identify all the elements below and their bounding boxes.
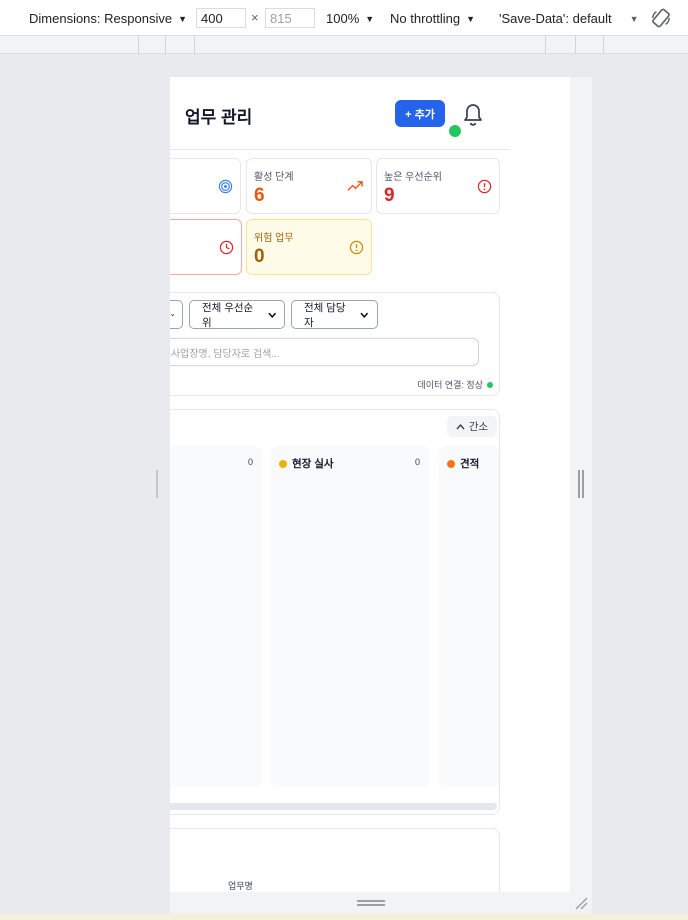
- column-color-dot: [279, 459, 287, 468]
- page-title: 업무 관리: [185, 108, 253, 127]
- column-count: 0: [414, 457, 420, 467]
- column-color-dot: [447, 459, 455, 468]
- corner-resize-icon[interactable]: [574, 896, 588, 910]
- stat-label: 높은 우선순위: [384, 172, 442, 183]
- stat-value: 6: [254, 185, 265, 206]
- stat-card-high-priority: 높은 우선순위 9: [376, 158, 500, 214]
- trending-up-icon: [347, 181, 363, 191]
- add-button[interactable]: + 추가: [395, 100, 445, 127]
- type-select[interactable]: 입: [170, 300, 183, 329]
- caret-down-icon: ▼: [178, 13, 187, 24]
- column-name: 현장 실사: [292, 458, 334, 470]
- target-icon: [218, 179, 233, 194]
- priority-select[interactable]: 전체 우선순위: [189, 300, 285, 329]
- assignee-select[interactable]: 전체 담당자: [291, 300, 378, 329]
- zoom-dropdown[interactable]: 100% ▼: [326, 11, 374, 26]
- stat-card-risk-tasks: 위험 업무 0: [246, 219, 372, 275]
- column-header-task-name: 업무명: [228, 881, 253, 891]
- app-header: 업무 관리 + 추가: [170, 77, 510, 150]
- assignee-select-value: 전체 담당자: [304, 301, 346, 329]
- caret-down-icon: ▼: [629, 13, 639, 24]
- stat-card-overdue-partial: [170, 219, 242, 275]
- save-data-label: 'Save-Data': default: [499, 11, 612, 26]
- stat-label: 위험 업무: [254, 233, 294, 244]
- column-name: 견적: [460, 458, 480, 470]
- search-placeholder: 무명, 사업장명, 담당자로 검색...: [170, 348, 280, 360]
- save-data-dropdown[interactable]: 'Save-Data': default ▼: [499, 11, 639, 26]
- times-icon: ×: [251, 10, 259, 25]
- clock-icon: [219, 240, 234, 255]
- chevron-up-icon: [456, 423, 465, 429]
- dimensions-dropdown[interactable]: Dimensions: Responsive ▼: [29, 11, 187, 26]
- bell-icon[interactable]: [460, 99, 486, 129]
- height-input[interactable]: [265, 8, 315, 28]
- stat-label: 활성 단계: [254, 172, 294, 183]
- filter-panel: 입 전체 우선순위 전체 담당자 무명, 사업장명, 담당자로 검색... 무 …: [170, 292, 500, 396]
- connection-status: 데이터 연결: 정상: [418, 378, 493, 391]
- left-resize-handle[interactable]: [156, 470, 160, 498]
- board-horizontal-scrollbar[interactable]: [170, 803, 497, 810]
- throttling-dropdown[interactable]: No throttling ▼: [390, 11, 475, 26]
- collapse-label: 간소: [468, 421, 489, 433]
- alert-circle-icon: [477, 179, 492, 194]
- width-input[interactable]: [196, 8, 246, 28]
- device-ruler: [0, 36, 688, 54]
- board-column: 현장 실사 0: [271, 446, 429, 787]
- search-input[interactable]: 무명, 사업장명, 담당자로 검색...: [170, 338, 479, 366]
- zoom-label: 100%: [326, 11, 360, 26]
- footer-strip: [0, 914, 688, 920]
- chevron-down-icon: [360, 312, 369, 318]
- stat-value: 0: [254, 246, 265, 267]
- board-panel: 름 간소 담 0 현장 실사 0 견적: [170, 409, 500, 815]
- bottom-resize-handle[interactable]: [357, 900, 385, 906]
- chevron-down-icon: [170, 313, 174, 316]
- device-viewport: 업무 관리 + 추가 활성 단계 6 높은 우선순위 9 위험 업무 0 전체 …: [170, 77, 570, 892]
- rotate-icon[interactable]: [650, 7, 672, 29]
- caret-down-icon: ▼: [365, 13, 375, 24]
- list-panel: 록 업무명: [170, 828, 500, 892]
- alert-circle-icon: [349, 240, 364, 255]
- column-count: 0: [247, 457, 253, 467]
- throttling-label: No throttling: [390, 11, 461, 26]
- stat-card-active-stages: 활성 단계 6: [246, 158, 372, 214]
- column-title: 견적: [447, 456, 479, 471]
- dimensions-label: Dimensions: Responsive: [29, 11, 173, 26]
- chevron-down-icon: [267, 312, 276, 318]
- connection-status-label: 데이터 연결: 정상: [417, 380, 483, 390]
- priority-select-value: 전체 우선순위: [202, 301, 254, 329]
- caret-down-icon: ▼: [466, 13, 476, 24]
- stat-value: 9: [384, 185, 395, 206]
- online-status-dot: [449, 125, 461, 137]
- column-title: 현장 실사: [279, 456, 334, 471]
- board-column: 견적: [439, 446, 499, 787]
- board-column: 담 0: [170, 446, 262, 787]
- stat-card-partial: [170, 158, 241, 214]
- collapse-button[interactable]: 간소: [447, 416, 497, 437]
- right-resize-handle[interactable]: [578, 470, 584, 498]
- connection-ok-dot: [487, 381, 493, 388]
- devtools-toolbar: Dimensions: Responsive ▼ × 100% ▼ No thr…: [0, 0, 688, 36]
